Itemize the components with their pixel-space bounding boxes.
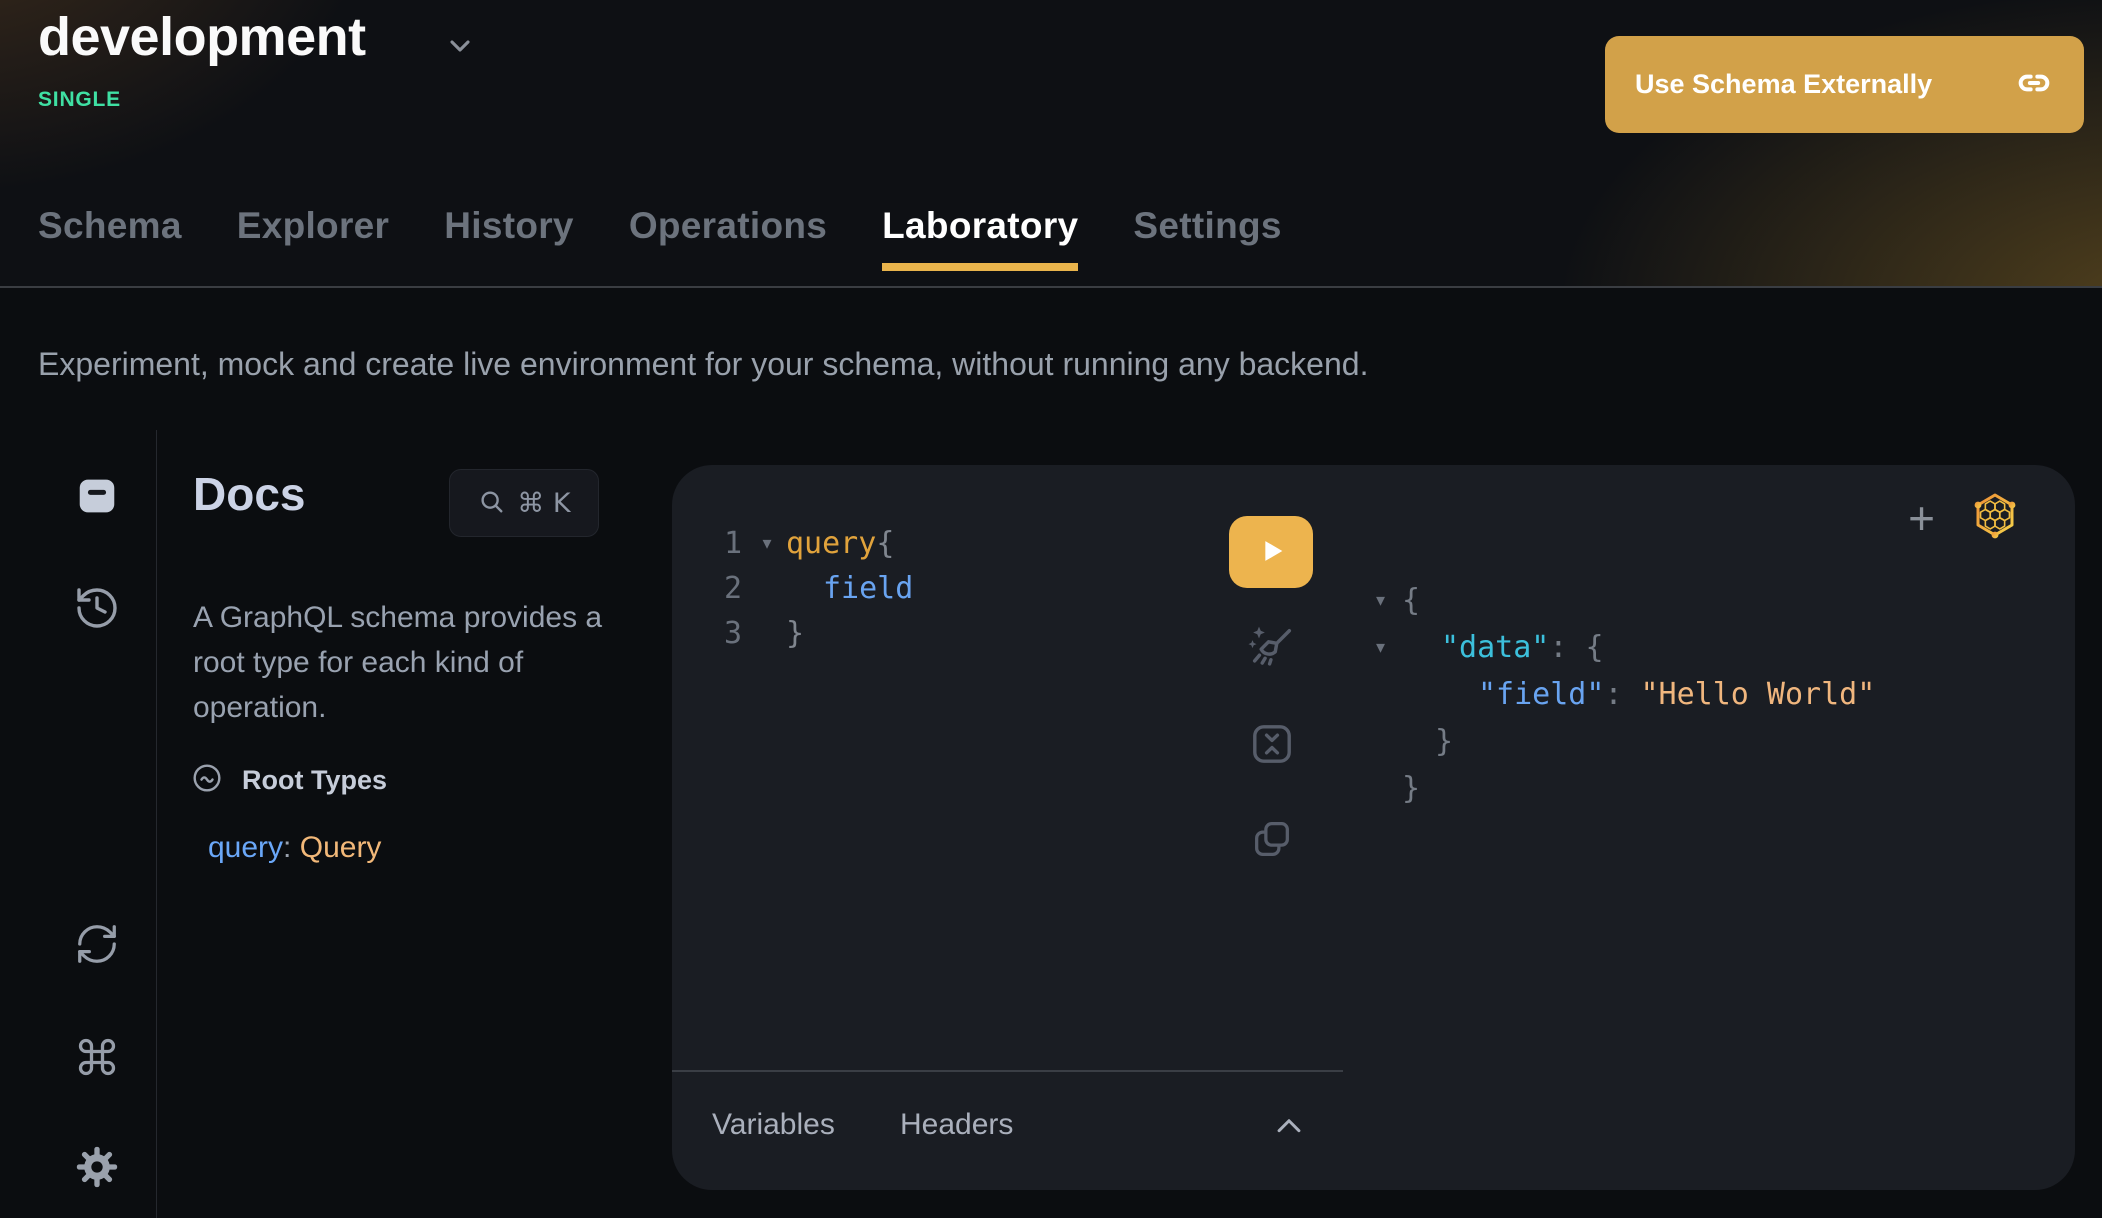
line-number: 2 — [724, 571, 748, 606]
execute-button[interactable] — [1229, 516, 1313, 588]
query-keyword: query — [786, 526, 876, 561]
tab-bar: Schema Explorer History Operations Labor… — [38, 205, 1282, 273]
response-row: } — [1376, 718, 1875, 765]
tab-headers[interactable]: Headers — [900, 1108, 1013, 1142]
chevron-down-icon[interactable] — [444, 30, 476, 67]
copy-icon — [1249, 816, 1295, 865]
response-row: ▾ { — [1376, 577, 1875, 624]
hive-logo-icon[interactable] — [1971, 491, 2019, 544]
circle-tilde-icon — [190, 761, 224, 800]
response-viewer: ▾ { ▾ "data":{ "field":"Hello World" — [1376, 577, 1875, 812]
fold-marker[interactable]: ▾ — [1376, 590, 1402, 611]
merge-fragments-button[interactable] — [1244, 717, 1300, 773]
command-icon — [75, 1035, 119, 1082]
reconnect-sidebar-button[interactable] — [71, 919, 123, 971]
link-icon — [2014, 63, 2054, 106]
collapse-editor-tools-button[interactable] — [1272, 1113, 1306, 1140]
history-clock-icon — [73, 584, 121, 635]
field-value: "Hello World" — [1641, 677, 1876, 712]
close-brace: } — [1402, 724, 1453, 759]
open-brace: { — [876, 526, 894, 561]
operation-panel: 1 ▾ query { 2 field 3 } — [672, 465, 2075, 1190]
docs-title: Docs — [193, 467, 305, 521]
prettify-button[interactable] — [1244, 620, 1300, 676]
fold-marker[interactable]: ▾ — [1376, 637, 1402, 658]
content-area: Docs ⌘ K A GraphQL schema provides a roo… — [0, 425, 2102, 1218]
page-header: development SINGLE Use Schema Externally… — [0, 0, 2102, 288]
play-icon — [1254, 534, 1288, 571]
fold-marker[interactable]: ▾ — [748, 533, 786, 554]
settings-sidebar-button[interactable] — [71, 1142, 123, 1194]
tab-variables[interactable]: Variables — [712, 1108, 835, 1142]
page-title[interactable]: development — [38, 6, 366, 68]
history-sidebar-button[interactable] — [71, 583, 123, 635]
docs-description: A GraphQL schema provides a root type fo… — [193, 595, 638, 730]
status-badge: SINGLE — [38, 88, 121, 112]
line-number: 3 — [724, 616, 748, 651]
refresh-icon — [74, 921, 120, 970]
search-shortcut-label: ⌘ K — [517, 488, 570, 519]
root-type-name: query — [208, 831, 283, 864]
root-type-query-link[interactable]: query: Query — [208, 831, 381, 865]
editor-bottom-divider — [672, 1070, 1343, 1072]
response-row: } — [1376, 765, 1875, 812]
editor-line: 3 } — [724, 611, 913, 656]
row-tokens: "data": { — [1402, 630, 1604, 665]
tab-operations[interactable]: Operations — [629, 205, 827, 273]
use-schema-externally-button[interactable]: Use Schema Externally — [1605, 36, 2084, 133]
merge-icon — [1248, 720, 1296, 771]
tab-laboratory[interactable]: Laboratory — [882, 205, 1078, 273]
laboratory-screen: development SINGLE Use Schema Externally… — [0, 0, 2102, 1218]
colon: : — [1604, 677, 1622, 712]
docs-sidebar-button[interactable] — [71, 471, 123, 523]
chevron-up-icon — [1272, 1125, 1306, 1140]
gear-icon — [75, 1145, 119, 1192]
root-types-label: Root Types — [242, 765, 387, 796]
colon: : — [1549, 630, 1567, 665]
book-icon — [75, 476, 119, 519]
row-tokens: "field": "Hello World" — [1402, 677, 1875, 712]
root-type-value: Query — [300, 831, 382, 864]
root-type-separator: : — [283, 831, 291, 864]
search-icon — [477, 487, 507, 520]
query-editor[interactable]: 1 ▾ query { 2 field 3 } — [724, 521, 913, 656]
editor-line: 2 field — [724, 566, 913, 611]
shortcuts-sidebar-button[interactable] — [71, 1032, 123, 1084]
sidebar — [0, 430, 157, 1218]
editor-line: 1 ▾ query { — [724, 521, 913, 566]
page-subtitle: Experiment, mock and create live environ… — [38, 346, 1368, 383]
tab-explorer[interactable]: Explorer — [237, 205, 390, 273]
tab-settings[interactable]: Settings — [1133, 205, 1281, 273]
copy-query-button[interactable] — [1244, 812, 1300, 868]
open-brace: { — [1402, 583, 1420, 618]
root-types-section: Root Types — [190, 761, 387, 800]
response-row: ▾ "data": { — [1376, 624, 1875, 671]
field-token: field — [823, 571, 913, 606]
open-brace: { — [1585, 630, 1603, 665]
add-tab-button[interactable]: + — [1908, 495, 1935, 541]
close-brace: } — [786, 616, 804, 651]
magic-broom-icon — [1246, 621, 1298, 676]
data-key: "data" — [1441, 630, 1549, 665]
response-row: "field": "Hello World" — [1376, 671, 1875, 718]
docs-panel: Docs ⌘ K A GraphQL schema provides a roo… — [157, 425, 658, 1218]
close-brace: } — [1402, 771, 1420, 806]
tab-history[interactable]: History — [444, 205, 574, 273]
use-schema-externally-label: Use Schema Externally — [1635, 69, 1932, 100]
tab-schema[interactable]: Schema — [38, 205, 182, 273]
docs-search-button[interactable]: ⌘ K — [449, 469, 599, 537]
line-number: 1 — [724, 526, 748, 561]
field-key: "field" — [1478, 677, 1604, 712]
